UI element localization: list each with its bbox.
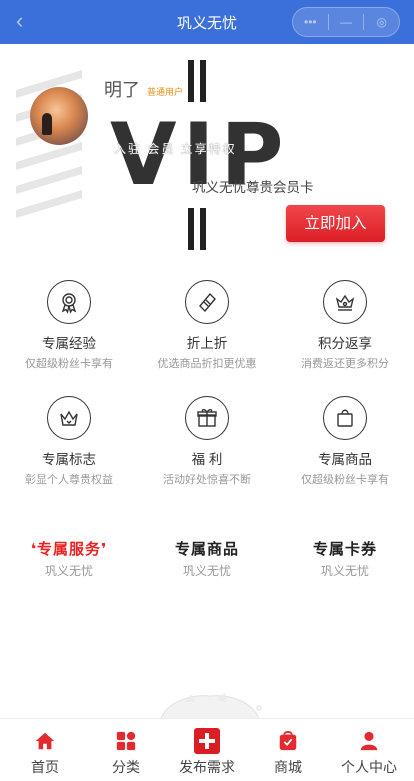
perk-title: 专属商品 [318, 452, 372, 467]
mini-program-capsule: ••• — ◎ [292, 7, 400, 37]
perk-title: 积分返享 [318, 336, 372, 351]
user-name: 明了 [104, 80, 140, 100]
gift-icon [185, 396, 229, 440]
tab-label: 首页 [31, 759, 59, 775]
member-slogan: 入驻 会员 立享特权 [114, 142, 237, 156]
perk-desc: 仅超级粉丝卡享有 [25, 358, 113, 370]
vip-bar-decoration [200, 208, 206, 250]
perk-desc: 活动好处惊喜不断 [163, 474, 251, 486]
perk-title: 专属标志 [42, 452, 96, 467]
vip-bar-decoration [188, 208, 194, 250]
publish-plus-icon [166, 728, 248, 754]
tab-label: 商城 [274, 759, 302, 775]
service-sub: 巩义无忧 [44, 564, 93, 578]
mall-bag-icon [247, 729, 329, 753]
more-dots-icon[interactable]: ••• [293, 15, 328, 29]
minimize-icon[interactable]: — [329, 15, 364, 29]
perk-desc: 优选商品折扣更优惠 [157, 358, 257, 370]
perk-benefits[interactable]: 福 利 活动好处惊喜不断 [138, 396, 276, 487]
service-exclusive-goods[interactable]: 专属商品 巩义无忧 [138, 538, 276, 579]
tab-label: 发布需求 [179, 759, 235, 775]
perk-title: 折上折 [186, 336, 228, 351]
perk-desc: 消费返还更多积分 [301, 358, 389, 370]
ribbon-right-icon: ❜ [101, 541, 108, 558]
member-card-name: 巩义无忧尊贵会员卡 [192, 180, 314, 195]
tab-publish[interactable]: 发布需求 [166, 728, 248, 777]
tab-profile[interactable]: 个人中心 [328, 729, 410, 777]
join-now-button[interactable]: 立即加入 [286, 205, 385, 242]
home-icon [4, 729, 86, 753]
perk-exclusive-exp[interactable]: 专属经验 仅超级粉丝卡享有 [0, 280, 138, 371]
tab-home[interactable]: 首页 [4, 729, 86, 777]
perk-desc: 彰显个人尊贵权益 [25, 474, 113, 486]
service-title: 专属卡券 [312, 541, 377, 558]
service-exclusive-coupons[interactable]: 专属卡券 巩义无忧 [276, 538, 414, 579]
vip-bar-decoration [200, 60, 206, 102]
service-sub: 巩义无忧 [182, 564, 231, 578]
top-nav-bar: ‹ 巩义无忧 ••• — ◎ [0, 0, 414, 44]
vip-bar-decoration [188, 60, 194, 102]
service-title: 专属商品 [174, 541, 239, 558]
bottom-tab-bar: 首页 分类 发布需求 商城 个人中心 [0, 718, 414, 781]
category-icon [85, 729, 167, 753]
shopping-bag-icon [323, 396, 367, 440]
service-exclusive-service[interactable]: ❛专属服务❜ 巩义无忧 [0, 538, 138, 579]
perk-exclusive-badge[interactable]: 专属标志 彰显个人尊贵权益 [0, 396, 138, 487]
crown-coin-icon [323, 280, 367, 324]
medal-icon [47, 280, 91, 324]
service-title: ❛专属服务❜ [30, 541, 108, 558]
service-sub: 巩义无忧 [320, 564, 369, 578]
member-card: 明了 普通用户 VIP 入驻 会员 立享特权 巩义无忧尊贵会员卡 立即加入 [14, 60, 400, 250]
user-icon [328, 729, 410, 753]
close-target-icon[interactable]: ◎ [364, 15, 399, 29]
avatar[interactable] [30, 87, 88, 145]
perk-title: 福 利 [191, 452, 223, 467]
crown-icon [47, 396, 91, 440]
tab-label: 个人中心 [341, 759, 397, 775]
perk-exclusive-goods[interactable]: 专属商品 仅超级粉丝卡享有 [276, 396, 414, 487]
ticket-icon [185, 280, 229, 324]
tab-category[interactable]: 分类 [85, 729, 167, 777]
perk-points-return[interactable]: 积分返享 消费返还更多积分 [276, 280, 414, 371]
member-level-badge: 普通用户 [147, 87, 184, 97]
tab-mall[interactable]: 商城 [247, 729, 329, 777]
perk-extra-discount[interactable]: 折上折 优选商品折扣更优惠 [138, 280, 276, 371]
perk-title: 专属经验 [42, 336, 96, 351]
tab-label: 分类 [112, 759, 140, 775]
perk-desc: 仅超级粉丝卡享有 [301, 474, 389, 486]
